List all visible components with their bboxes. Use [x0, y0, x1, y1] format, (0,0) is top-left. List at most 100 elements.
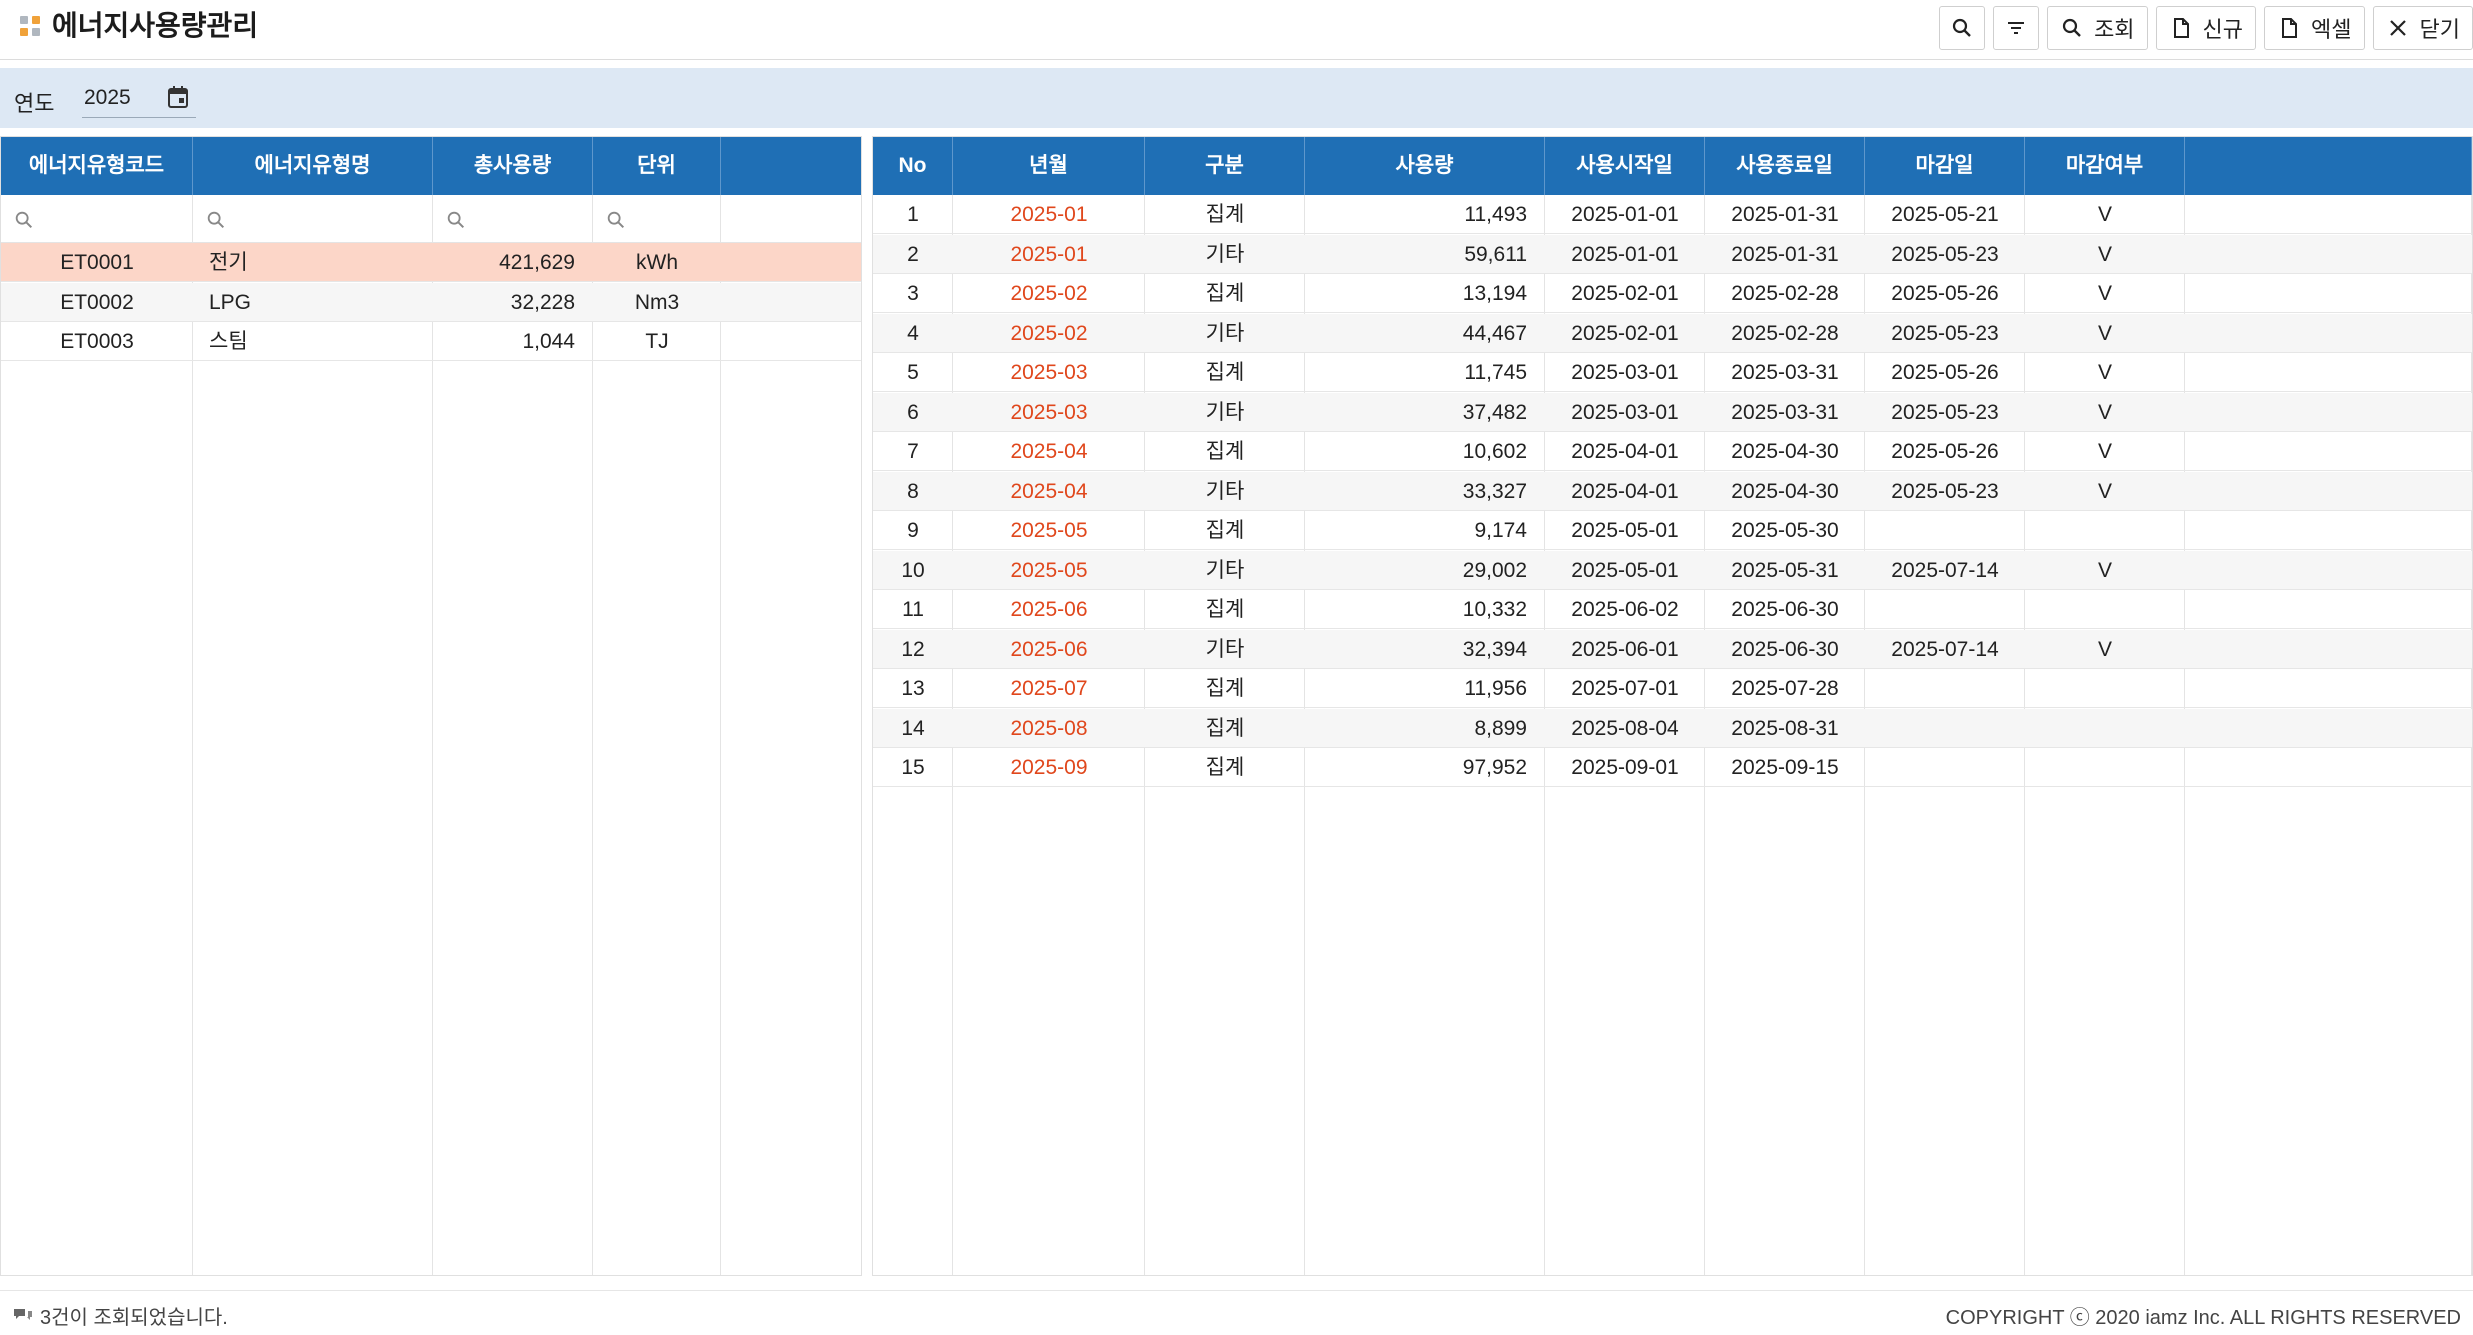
cell-usage: 13,194	[1462, 282, 1527, 305]
cell-no: 15	[901, 756, 925, 779]
cell-ym: 2025-03	[1010, 400, 1088, 424]
app-grid-icon	[20, 16, 42, 38]
cell-start: 2025-02-01	[1571, 321, 1679, 345]
year-field[interactable]: 2025	[82, 78, 196, 118]
cell-type: 기타	[1205, 558, 1245, 582]
column-filter[interactable]	[593, 195, 721, 243]
column-header[interactable]: 단위	[593, 137, 721, 195]
cell-ym: 2025-08	[1010, 716, 1088, 740]
column-header[interactable]	[721, 137, 861, 195]
query-button[interactable]: 조회	[2047, 6, 2148, 50]
cell-end: 2025-07-28	[1731, 677, 1839, 700]
column-header[interactable]: 사용종료일	[1705, 137, 1865, 195]
cell-name: 스팀	[209, 330, 248, 353]
close-button[interactable]: 닫기	[2372, 6, 2473, 50]
column-divider	[192, 243, 193, 1275]
column-filter[interactable]	[193, 195, 433, 243]
column-header[interactable]: 마감일	[1865, 137, 2025, 195]
cell-no: 4	[907, 321, 919, 345]
cell-start: 2025-05-01	[1571, 519, 1679, 542]
cell-usage: 9,174	[1474, 519, 1527, 542]
column-filter[interactable]	[433, 195, 593, 243]
cell-end: 2025-09-15	[1731, 756, 1839, 779]
search-icon-button[interactable]	[1939, 6, 1986, 50]
cell-closed: V	[2097, 440, 2112, 463]
cell-close: 2025-05-26	[1891, 440, 1999, 463]
excel-button[interactable]: 엑셀	[2264, 6, 2365, 50]
table-row[interactable]: 12 2025-06 기타 32,394 2025-06-01 2025-06-30 202…	[873, 629, 2472, 669]
table-row[interactable]: 15 2025-09 집계 97,952 2025-09-01 2025-09-15	[873, 748, 2472, 787]
table-row[interactable]: ET0003 스팀 1,044 TJ	[1, 322, 861, 361]
table-row[interactable]: 1 2025-01 집계 11,493 2025-01-01 2025-01-31 2025…	[873, 195, 2472, 234]
filter-icon	[2008, 22, 2025, 34]
cell-closed: V	[2097, 321, 2112, 345]
cell-ym: 2025-01	[1010, 242, 1088, 266]
search-icon	[2062, 18, 2081, 37]
cell-start: 2025-06-01	[1571, 637, 1679, 661]
cell-closed: V	[2097, 479, 2112, 503]
cell-usage: 8,899	[1474, 716, 1527, 740]
cell-type: 기타	[1205, 242, 1245, 266]
year-label: 연도	[14, 91, 55, 116]
cell-close	[1865, 511, 2025, 550]
cell-closed	[2025, 590, 2185, 629]
grid-header: 에너지유형코드 에너지유형명 총사용량 단위	[1, 137, 861, 195]
cell-ym: 2025-02	[1010, 282, 1088, 305]
cell-usage: 97,952	[1462, 756, 1527, 779]
table-row[interactable]: 13 2025-07 집계 11,956 2025-07-01 2025-07-28	[873, 669, 2472, 708]
filter-icon-button[interactable]	[1993, 6, 2040, 50]
table-row[interactable]: 2 2025-01 기타 59,611 2025-01-01 2025-01-31 2025…	[873, 234, 2472, 274]
table-row[interactable]: 5 2025-03 집계 11,745 2025-03-01 2025-03-31 2025…	[873, 353, 2472, 392]
column-header[interactable]: 에너지유형코드	[1, 137, 193, 195]
table-row[interactable]: 4 2025-02 기타 44,467 2025-02-01 2025-02-28 2025…	[873, 313, 2472, 353]
cell-ym: 2025-05	[1010, 558, 1088, 582]
cell-ym: 2025-06	[1010, 598, 1088, 621]
cell-no: 14	[901, 716, 925, 740]
column-header[interactable]: 사용량	[1305, 137, 1545, 195]
cell-no: 11	[902, 598, 924, 621]
column-header[interactable]: 에너지유형명	[193, 137, 433, 195]
cell-no: 13	[901, 677, 925, 700]
column-header[interactable]: No	[873, 137, 953, 195]
toolbar: 조회 신규 엑셀 닫기	[1939, 6, 2473, 50]
status-message: 3건이 조회되었습니다.	[40, 1307, 228, 1329]
copyright: COPYRIGHT ⓒ 2020 iamz Inc. ALL RIGHTS RE…	[1945, 1307, 2461, 1329]
table-row[interactable]: ET0001 전기 421,629 kWh	[1, 243, 861, 282]
search-icon	[15, 211, 33, 229]
cell-closed: V	[2097, 637, 2112, 661]
column-header[interactable]	[2185, 137, 2472, 195]
cell-total: 1,044	[522, 330, 575, 353]
table-row[interactable]: 7 2025-04 집계 10,602 2025-04-01 2025-04-30 2025…	[873, 432, 2472, 471]
table-row[interactable]: 9 2025-05 집계 9,174 2025-05-01 2025-05-30	[873, 511, 2472, 550]
column-header[interactable]: 사용시작일	[1545, 137, 1705, 195]
table-row[interactable]: 3 2025-02 집계 13,194 2025-02-01 2025-02-28 2025…	[873, 274, 2472, 313]
year-value[interactable]: 2025	[84, 86, 131, 110]
column-header[interactable]: 구분	[1145, 137, 1305, 195]
calendar-icon[interactable]	[166, 84, 190, 110]
cell-close: 2025-07-14	[1891, 637, 1999, 661]
column-filter[interactable]	[721, 195, 861, 243]
column-divider	[432, 243, 433, 1275]
cell-close: 2025-05-26	[1891, 361, 1999, 384]
cell-end: 2025-02-28	[1731, 321, 1839, 345]
table-row[interactable]: 6 2025-03 기타 37,482 2025-03-01 2025-03-31 2025…	[873, 392, 2472, 432]
cell-close: 2025-05-23	[1891, 479, 1999, 503]
cell-start: 2025-03-01	[1571, 361, 1679, 384]
cell-end: 2025-01-31	[1731, 203, 1839, 226]
cell-code: ET0001	[60, 251, 134, 274]
table-row[interactable]: 11 2025-06 집계 10,332 2025-06-02 2025-06-30	[873, 590, 2472, 629]
query-button-label: 조회	[2094, 17, 2135, 42]
cell-no: 2	[907, 242, 919, 266]
cell-no: 10	[901, 558, 925, 582]
table-row[interactable]: 10 2025-05 기타 29,002 2025-05-01 2025-05-31 202…	[873, 550, 2472, 590]
column-header[interactable]: 총사용량	[433, 137, 593, 195]
column-header[interactable]: 마감여부	[2025, 137, 2185, 195]
table-row[interactable]: 8 2025-04 기타 33,327 2025-04-01 2025-04-30 2025…	[873, 471, 2472, 511]
column-header[interactable]: 년월	[953, 137, 1145, 195]
table-row[interactable]: ET0002 LPG 32,228 Nm3	[1, 282, 861, 322]
new-button[interactable]: 신규	[2155, 6, 2257, 50]
column-filter[interactable]	[1, 195, 193, 243]
table-row[interactable]: 14 2025-08 집계 8,899 2025-08-04 2025-08-31	[873, 708, 2472, 748]
cell-start: 2025-09-01	[1571, 756, 1679, 779]
excel-button-label: 엑셀	[2311, 17, 2352, 42]
